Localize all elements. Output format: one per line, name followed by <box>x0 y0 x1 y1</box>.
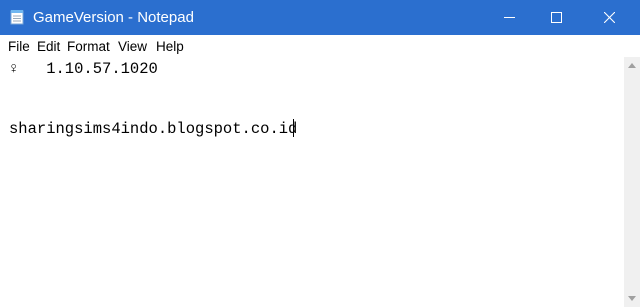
menu-file[interactable]: File <box>8 38 30 55</box>
scroll-down-icon[interactable] <box>628 296 636 301</box>
window-title: GameVersion - Notepad <box>33 9 194 26</box>
title-bar[interactable]: GameVersion - Notepad <box>0 0 640 35</box>
vertical-scrollbar[interactable] <box>624 57 640 307</box>
minimize-icon <box>503 12 515 23</box>
minimize-button[interactable] <box>486 0 532 35</box>
scroll-up-icon[interactable] <box>628 63 636 68</box>
text-caret <box>293 119 294 137</box>
menu-bar: File Edit Format View Help <box>0 35 640 57</box>
close-icon <box>603 12 615 23</box>
menu-help[interactable]: Help <box>156 38 184 55</box>
notepad-window: GameVersion - Notepad File Edit Format V… <box>0 0 640 307</box>
editor-line: ♀ 1.10.57.1020 <box>9 60 158 78</box>
maximize-icon <box>550 12 562 23</box>
close-button[interactable] <box>586 0 632 35</box>
editor-line: sharingsims4indo.blogspot.co.id <box>9 120 298 138</box>
menu-view[interactable]: View <box>118 38 147 55</box>
menu-format[interactable]: Format <box>67 38 110 55</box>
maximize-button[interactable] <box>533 0 579 35</box>
notepad-icon <box>10 9 24 25</box>
text-editor[interactable]: ♀ 1.10.57.1020 sharingsims4indo.blogspot… <box>0 57 624 307</box>
menu-edit[interactable]: Edit <box>37 38 60 55</box>
